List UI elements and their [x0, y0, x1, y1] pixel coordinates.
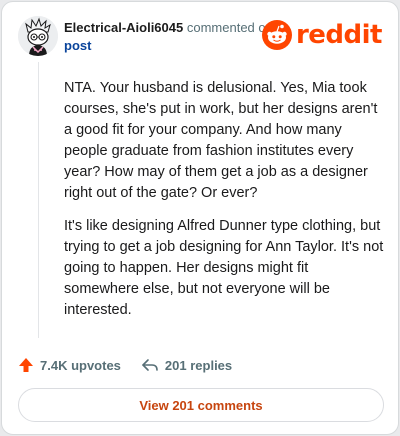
upvote-count: 7.4K upvotes [40, 357, 121, 373]
user-avatar[interactable] [18, 16, 58, 56]
upvote-arrow-icon [19, 358, 33, 372]
reddit-logo[interactable]: reddit [261, 20, 383, 50]
reddit-snoo-icon [261, 20, 292, 50]
reply-arrow-icon [142, 359, 158, 371]
upvote-action[interactable]: 7.4K upvotes [18, 357, 121, 373]
comment-verb: commented on [186, 20, 273, 35]
comment-author[interactable]: Electrical-Aioli6045 [64, 20, 183, 35]
comment-actions: 7.4K upvotes 201 replies [18, 354, 232, 376]
comment-paragraph: NTA. Your husband is delusional. Yes, Mi… [64, 80, 378, 201]
view-comments-button[interactable]: View 201 comments [18, 388, 384, 422]
embedded-comment-card: Electrical-Aioli6045 commented on post r… [1, 1, 399, 435]
comment-header: Electrical-Aioli6045 commented on post [64, 19, 284, 55]
reddit-wordmark: reddit [295, 20, 383, 50]
snoo-avatar-icon [18, 16, 58, 56]
reply-action[interactable]: 201 replies [141, 357, 232, 373]
comment-paragraph: It's like designing Alfred Dunner type c… [64, 218, 384, 318]
post-link[interactable]: post [64, 38, 91, 53]
thread-line [38, 62, 39, 338]
reply-count: 201 replies [164, 357, 233, 373]
comment-body: NTA. Your husband is delusional. Yes, Mi… [64, 78, 386, 333]
